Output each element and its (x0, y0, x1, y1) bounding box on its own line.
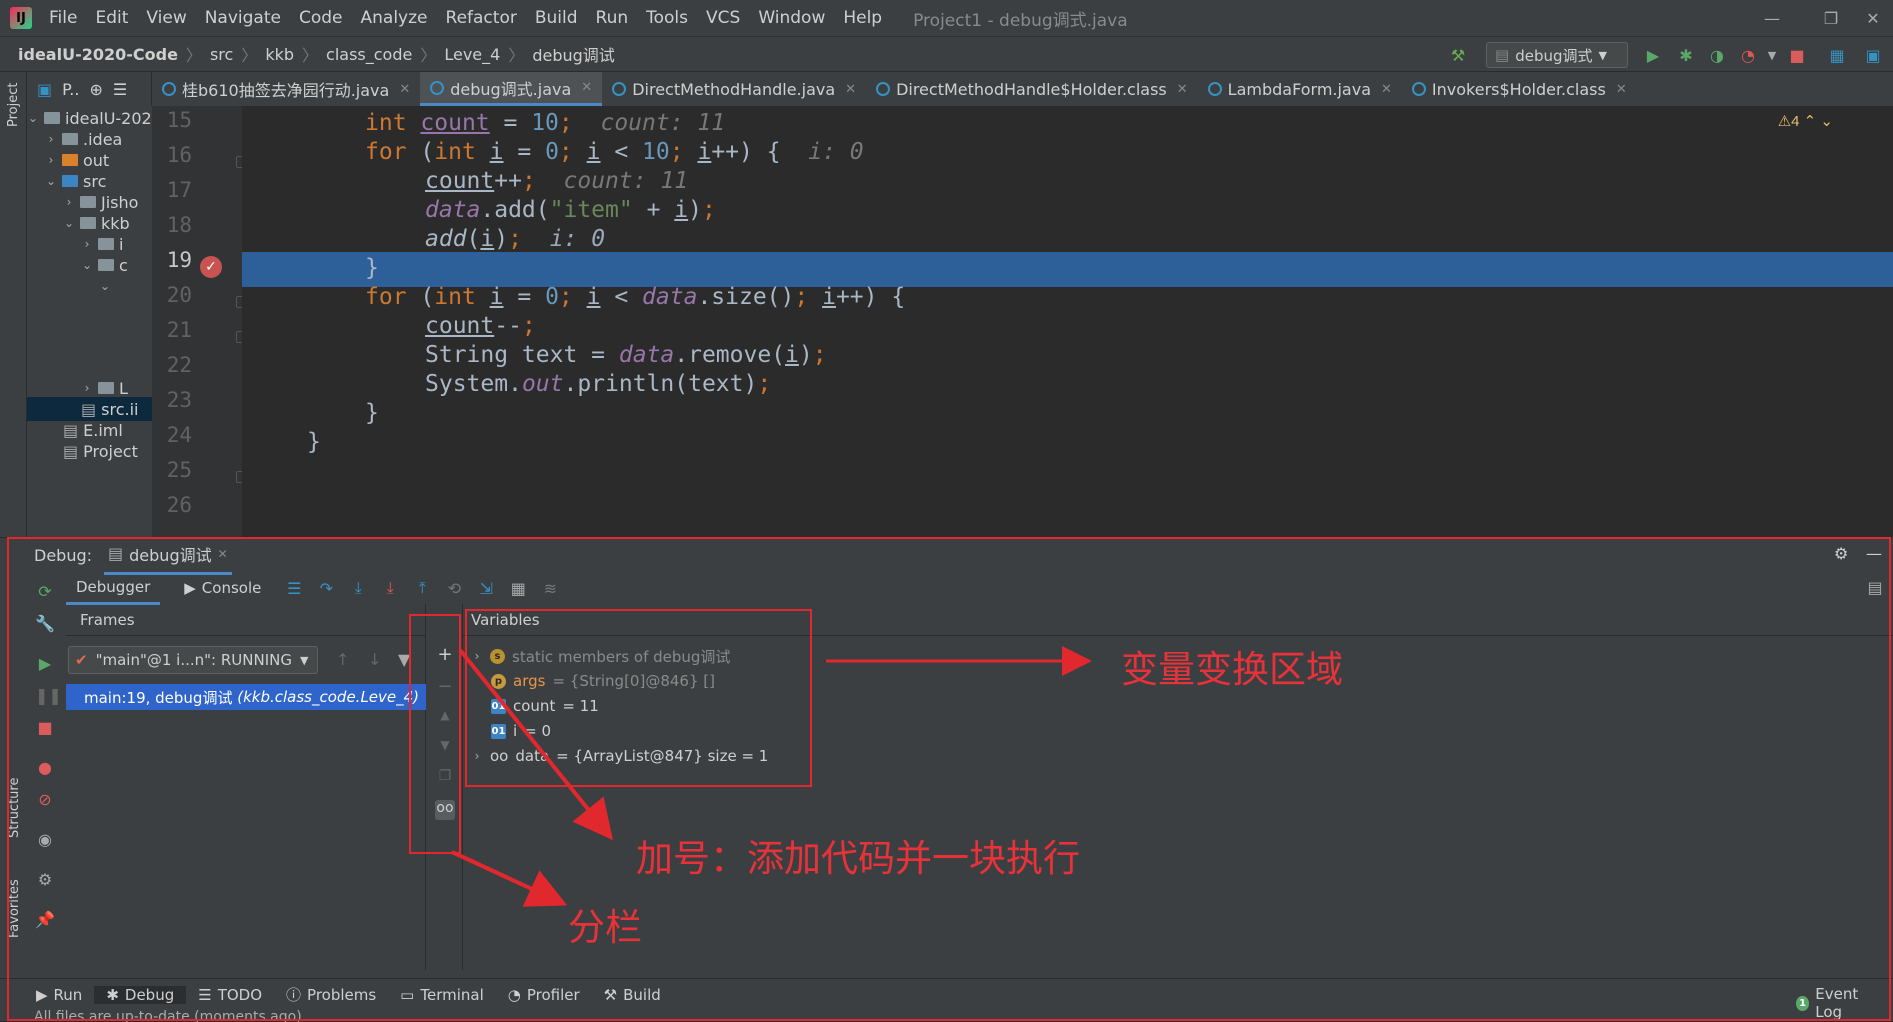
arrow-to-plus-label (458, 648, 614, 841)
annotation-plus-sign: 加号：添加代码并一块执行 (636, 837, 1080, 880)
annotation-variables-area: 变量变换区域 (1121, 648, 1343, 691)
arrow-to-split-label (451, 850, 568, 907)
annotation-split: 分栏 (568, 906, 642, 949)
